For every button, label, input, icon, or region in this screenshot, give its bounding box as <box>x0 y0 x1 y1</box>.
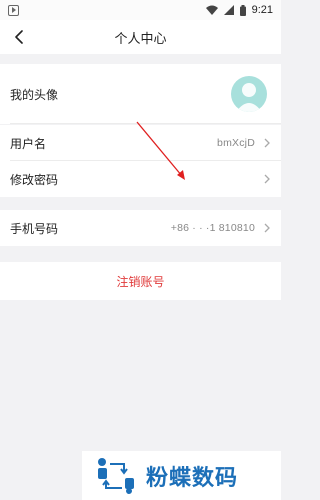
avatar[interactable] <box>231 76 267 112</box>
cancel-account-section: 注销账号 <box>0 262 281 300</box>
avatar-row[interactable]: 我的头像 <box>0 64 281 124</box>
watermark-logo-icon <box>98 457 134 494</box>
status-bar: 9:21 <box>0 0 281 20</box>
username-value: bmXcjD <box>217 137 255 149</box>
annotation-arrow <box>136 121 185 180</box>
chevron-right-icon <box>264 223 270 233</box>
nav-bar: 个人中心 <box>0 20 281 54</box>
chevron-right-icon <box>264 174 270 184</box>
user-silhouette-icon <box>236 83 262 112</box>
phone-row[interactable]: 手机号码 +86 · · ·1 810810 <box>0 210 281 246</box>
phone-label: 手机号码 <box>10 221 59 236</box>
status-left <box>0 4 19 16</box>
avatar-label: 我的头像 <box>10 87 59 102</box>
play-store-icon <box>8 4 19 16</box>
status-time: 9:21 <box>251 4 273 16</box>
chevron-right-icon <box>264 138 270 148</box>
avatar-section: 我的头像 <box>0 64 281 124</box>
signal-icon <box>223 5 234 15</box>
cancel-account-button[interactable]: 注销账号 <box>0 262 281 300</box>
watermark-text: 粉蝶数码 <box>146 465 239 491</box>
phone-value: +86 · · ·1 810810 <box>170 222 255 234</box>
back-button[interactable] <box>6 24 32 50</box>
back-arrow-icon <box>15 30 23 44</box>
battery-icon <box>239 4 246 16</box>
phone-section: 手机号码 +86 · · ·1 810810 <box>0 210 281 246</box>
page-title: 个人中心 <box>114 30 167 46</box>
cancel-account-label: 注销账号 <box>116 274 165 289</box>
status-right: 9:21 <box>205 4 281 16</box>
wifi-icon <box>205 5 218 15</box>
watermark: 粉蝶数码 <box>82 451 281 500</box>
